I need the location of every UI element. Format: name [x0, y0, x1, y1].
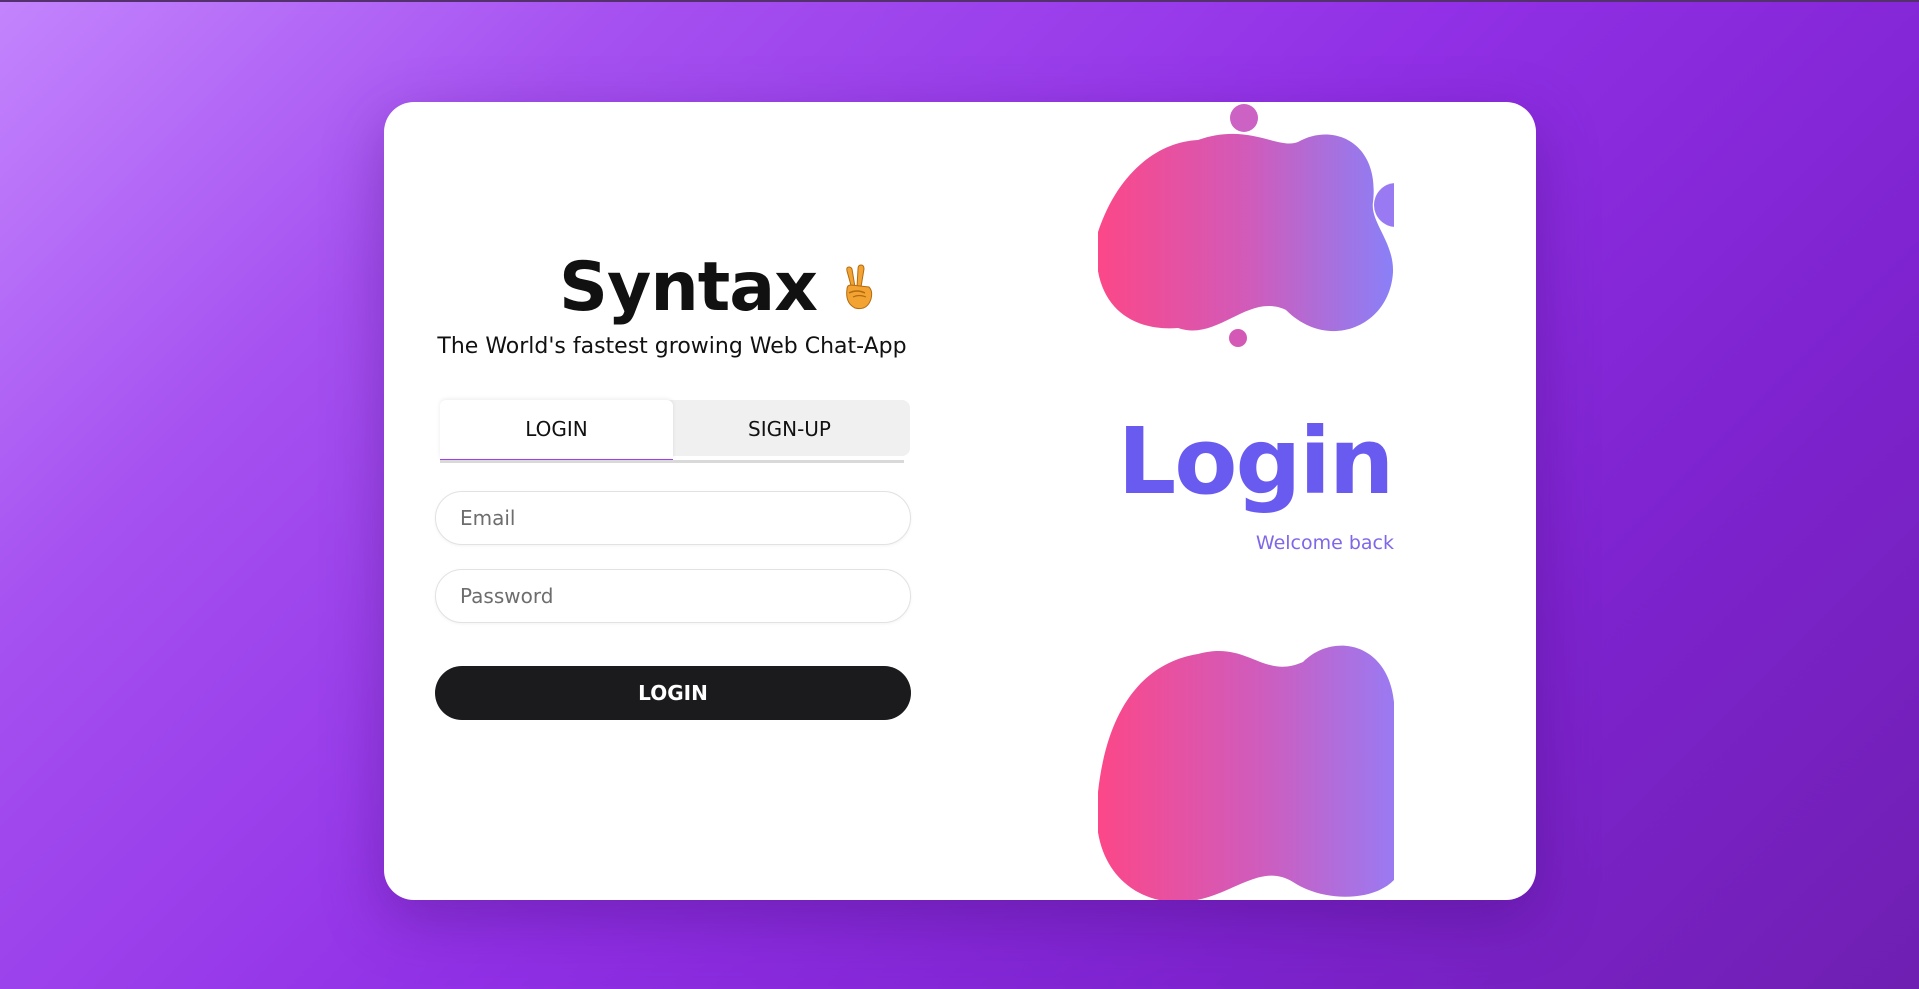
login-card: Syntax The World's fastest growing Web C…	[384, 102, 1536, 900]
email-field[interactable]	[435, 491, 911, 545]
auth-tabs: LOGIN SIGN-UP	[440, 400, 910, 462]
victory-hand-icon	[839, 263, 877, 311]
tab-sign-up[interactable]: SIGN-UP	[673, 400, 906, 458]
right-dot	[1374, 183, 1394, 227]
brand-title: Syntax	[559, 247, 818, 327]
tagline: The World's fastest growing Web Chat-App	[437, 334, 907, 359]
brand-header: Syntax	[518, 242, 918, 332]
hero-heading: Login	[1117, 408, 1395, 515]
hero-subheading: Welcome back	[1255, 532, 1394, 554]
tab-login[interactable]: LOGIN	[440, 400, 673, 462]
bottom-blob	[1098, 645, 1394, 900]
tabs-underline	[440, 460, 904, 463]
top-dot	[1230, 104, 1258, 132]
window-top-border	[0, 0, 1919, 2]
bottom-dot	[1229, 329, 1247, 347]
top-blob	[1098, 133, 1394, 332]
login-button[interactable]: LOGIN	[435, 666, 911, 720]
password-field[interactable]	[435, 569, 911, 623]
